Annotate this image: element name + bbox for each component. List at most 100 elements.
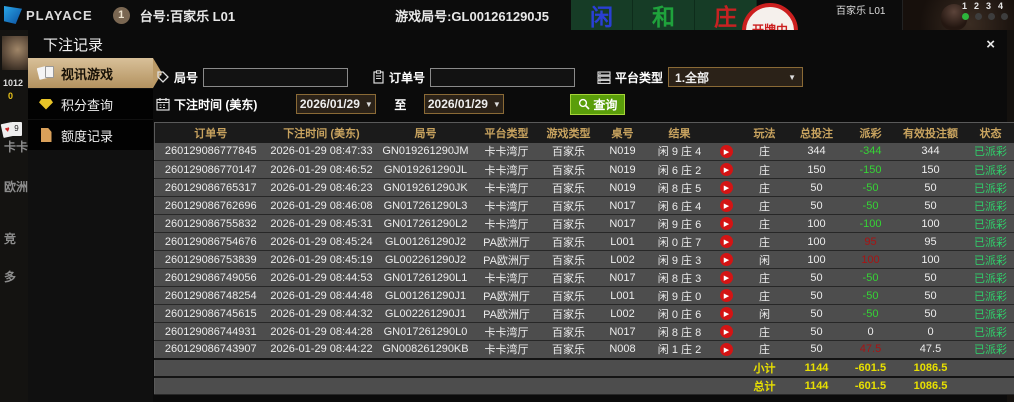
table-row: 260129086755832 2026-01-29 08:45:31 GN0172… [154, 214, 1014, 233]
replay-button[interactable]: ▶ [720, 307, 733, 321]
cell-platform: PA欧洲厅 [474, 304, 539, 323]
search-icon [579, 98, 590, 110]
cell-valid: 47.5 [896, 340, 965, 359]
search-button[interactable]: 查询 [570, 93, 626, 115]
replay-button[interactable]: ▶ [720, 163, 733, 177]
cell-status: 已派彩 [964, 232, 1014, 251]
table-row: 260129086744931 2026-01-29 08:44:28 GN0172… [154, 322, 1014, 341]
table-row: 260129086777845 2026-01-29 08:47:33 GN0192… [154, 142, 1014, 161]
cell-table: L002 [598, 250, 647, 269]
diamond-icon [38, 96, 54, 112]
cell-result: 闲 9 庄 4 [646, 142, 713, 161]
cell-total: 50 [788, 268, 845, 287]
date-to-select[interactable]: 2026/01/29 ▼ [424, 94, 505, 114]
cell-valid: 50 [896, 286, 965, 305]
cell-playtype: 庄 [740, 142, 789, 161]
total-bet-sum: 1144 [788, 357, 845, 377]
cell-result: 闲 8 庄 3 [646, 268, 713, 287]
modal-content: 局号 订单号 平台类型 1.全部 ▼ 下注时间 (美东) 2026/01/29 … [153, 58, 1014, 402]
replay-button[interactable]: ▶ [720, 325, 733, 339]
replay-button[interactable]: ▶ [720, 217, 733, 231]
cell-table: L001 [598, 286, 647, 305]
dealer-video: 1234 [902, 0, 1014, 30]
sidebar-tab-2[interactable]: 额度记录 [28, 120, 153, 150]
column-header [712, 122, 741, 143]
cell-result: 闲 1 庄 2 [646, 340, 713, 359]
sidebar-tab-1[interactable]: 积分查询 [28, 89, 153, 119]
cell-total: 100 [788, 214, 845, 233]
cell-total: 100 [788, 250, 845, 269]
cell-status: 已派彩 [964, 214, 1014, 233]
cell-replay: ▶ [712, 178, 741, 197]
replay-button[interactable]: ▶ [720, 145, 733, 158]
avatar [2, 36, 28, 70]
replay-button[interactable]: ▶ [720, 343, 733, 356]
cell-time: 2026-01-29 08:44:48 [266, 286, 377, 305]
column-header: 结果 [646, 122, 713, 143]
cell-order: 260129086753839 [154, 250, 267, 269]
cell-result: 闲 9 庄 0 [646, 286, 713, 305]
shoe-dots [962, 13, 1008, 20]
chevron-down-icon: ▼ [788, 72, 797, 82]
column-header: 总投注 [788, 122, 845, 143]
round-number-input[interactable] [203, 67, 349, 87]
cell-time: 2026-01-29 08:44:53 [266, 268, 377, 287]
cell-total: 50 [788, 196, 845, 215]
platform-type-select[interactable]: 1.全部 ▼ [668, 67, 804, 87]
shoe-number: 1 [962, 1, 968, 11]
cell-order: 260129086762696 [154, 196, 267, 215]
sidebar-tab-label: 额度记录 [61, 128, 114, 144]
cell-valid: 50 [896, 304, 965, 323]
bet-records-modal: 下注记录 × 视讯游戏 积分查询 额度记录 局号 订单号 平台类型 1.全部 ▼… [28, 30, 1014, 402]
replay-button[interactable]: ▶ [720, 271, 733, 285]
cell-platform: 卡卡湾厅 [474, 196, 539, 215]
cell-playtype: 庄 [740, 214, 789, 233]
points-value: 0 [8, 91, 14, 101]
cell-payout: 47.5 [844, 340, 897, 359]
replay-button[interactable]: ▶ [720, 253, 733, 267]
cell-result: 闲 6 庄 4 [646, 196, 713, 215]
cell-game: 百家乐 [538, 178, 599, 197]
cell-valid: 50 [896, 196, 965, 215]
close-icon[interactable]: × [986, 37, 995, 52]
date-from-select[interactable]: 2026/01/29 ▼ [296, 94, 377, 114]
cell-time: 2026-01-29 08:45:19 [266, 250, 377, 269]
chevron-down-icon: ▼ [364, 99, 373, 109]
lobby-item-jing: 竞 [4, 232, 17, 246]
cell-replay: ▶ [712, 214, 741, 233]
shoe-number: 4 [998, 1, 1004, 11]
cell-table: N017 [598, 322, 647, 341]
clipboard-icon [372, 70, 385, 84]
replay-button[interactable]: ▶ [720, 199, 733, 213]
cell-platform: 卡卡湾厅 [474, 340, 539, 359]
total-label: 小计 [740, 357, 789, 377]
cell-status: 已派彩 [964, 250, 1014, 269]
cell-platform: 卡卡湾厅 [474, 178, 539, 197]
replay-button[interactable]: ▶ [720, 235, 733, 249]
cell-payout: -344 [844, 142, 897, 161]
cards-icon: ♥ 9 [0, 122, 24, 138]
tag-icon [156, 70, 170, 84]
replay-button[interactable]: ▶ [720, 181, 733, 195]
cell-table: L002 [598, 304, 647, 323]
playace-logo-icon [4, 6, 22, 24]
order-number-input[interactable] [430, 67, 576, 87]
sidebar-tab-0[interactable]: 视讯游戏 [28, 58, 153, 88]
cell-game: 百家乐 [538, 322, 599, 341]
shoe-numbers: 1234 [962, 1, 1008, 11]
cell-game: 百家乐 [538, 196, 599, 215]
table-row: 260129086743907 2026-01-29 08:44:22 GN0082… [154, 340, 1014, 359]
cell-table: N019 [598, 160, 647, 179]
cell-total: 344 [788, 142, 845, 161]
cell-result: 闲 8 庄 8 [646, 322, 713, 341]
cell-round: GN017261290L3 [376, 196, 475, 215]
cell-order: 260129086743907 [154, 340, 267, 359]
replay-button[interactable]: ▶ [720, 289, 733, 303]
cell-status: 已派彩 [964, 340, 1014, 359]
grand-total-row: 总计 1144 -601.5 1086.5 [154, 375, 1014, 395]
payout-sum: -601.5 [844, 357, 897, 377]
cell-order: 260129086749056 [154, 268, 267, 287]
date-range-to-label: 至 [394, 97, 407, 112]
cell-table: N008 [598, 340, 647, 359]
modal-title: 下注记录 [43, 36, 104, 54]
